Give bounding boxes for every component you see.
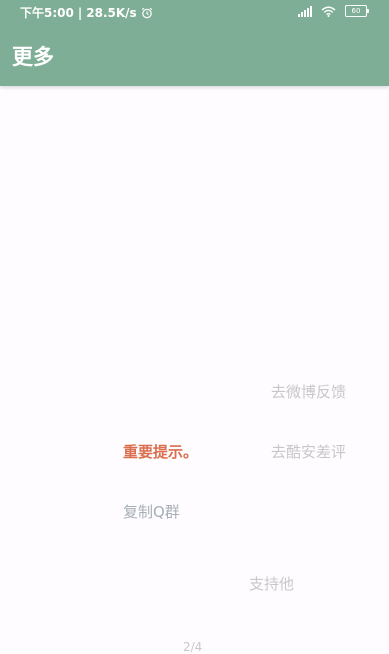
signal-icon [298, 5, 312, 17]
battery-icon: 60 [345, 5, 369, 17]
status-bar: 下午5:00 | 28.5K/s 60 [0, 0, 389, 24]
coolapk-review-link[interactable]: 去酷安差评 [271, 442, 346, 462]
copy-qq-group-link[interactable]: 复制Q群 [123, 502, 180, 522]
important-notice-link[interactable]: 重要提示。 [123, 442, 198, 462]
app-bar: 更多 [0, 24, 389, 86]
page-title: 更多 [12, 45, 54, 69]
weibo-feedback-link[interactable]: 去微博反馈 [271, 382, 346, 402]
wifi-icon [321, 6, 336, 17]
alarm-icon [141, 7, 152, 18]
support-link[interactable]: 支持他 [249, 574, 294, 594]
status-left: 下午5:00 | 28.5K/s [20, 4, 153, 21]
battery-level: 60 [351, 7, 361, 15]
page-indicator: 2/4 [183, 640, 203, 654]
network-speed: 28.5K/s [86, 5, 137, 20]
status-separator: | [77, 5, 83, 20]
status-time: 下午5:00 [20, 6, 74, 20]
status-right: 60 [298, 5, 369, 17]
